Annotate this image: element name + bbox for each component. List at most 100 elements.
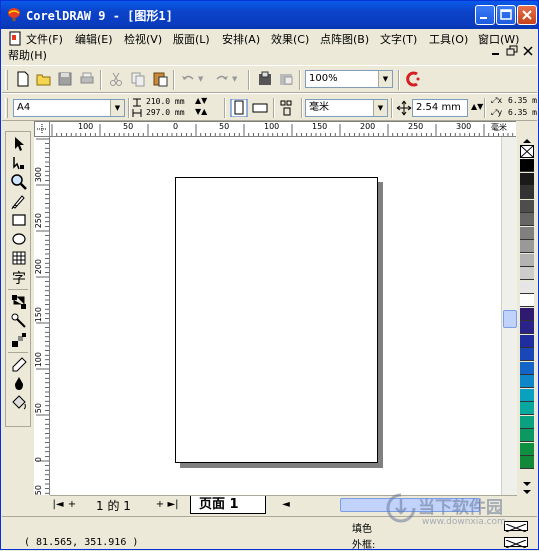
menu-layout[interactable]: 版面(L) [173, 31, 210, 47]
palette-swatch[interactable] [520, 253, 534, 267]
polygon-tool-icon[interactable] [10, 249, 28, 267]
menu-tools[interactable]: 工具(O) [429, 31, 468, 47]
palette-swatch[interactable] [520, 429, 534, 442]
palette-swatch[interactable] [520, 456, 534, 469]
drawing-canvas[interactable] [50, 137, 501, 495]
menu-arrange[interactable]: 安排(A) [222, 31, 260, 47]
outline-swatch[interactable] [504, 537, 528, 549]
redo-icon[interactable] [213, 70, 231, 88]
new-icon[interactable] [14, 70, 32, 88]
palette-swatch[interactable] [520, 213, 534, 226]
toolbar-grip[interactable] [5, 70, 8, 90]
palette-swatch[interactable] [520, 442, 534, 456]
zoom-tool-icon[interactable] [10, 173, 28, 191]
paint-bucket-icon[interactable] [10, 394, 28, 412]
eyedropper-tool-icon[interactable] [10, 312, 28, 330]
height-spin-icon[interactable]: ▼▲ [195, 107, 207, 116]
landscape-icon[interactable] [251, 99, 269, 117]
title-bar[interactable]: CorelDRAW 9 - [图形1] [1, 1, 538, 29]
palette-swatch[interactable] [520, 267, 534, 280]
save-icon[interactable] [56, 70, 74, 88]
export-icon[interactable] [277, 70, 295, 88]
palette-swatch[interactable] [520, 240, 534, 253]
scroll-left-icon[interactable]: ◄ [280, 498, 292, 512]
fill-tool-icon[interactable] [10, 375, 28, 393]
duplicate-y-value[interactable]: 6.35 m [508, 108, 537, 117]
nudge-spin-icon[interactable]: ▲▼ [471, 102, 483, 111]
first-page-icon[interactable]: |◄ [52, 498, 64, 512]
paper-size-combo[interactable]: A4 ▼ [13, 99, 125, 117]
interactive-blend-tool-icon[interactable] [10, 293, 28, 311]
pick-tool-icon[interactable] [10, 135, 28, 153]
palette-swatch[interactable] [520, 199, 534, 213]
palette-swatch[interactable] [520, 307, 534, 321]
portrait-icon[interactable] [230, 99, 248, 117]
palette-swatch[interactable] [520, 388, 534, 402]
minimize-button[interactable] [475, 5, 495, 25]
palette-swatch[interactable] [520, 361, 534, 375]
palette-swatch[interactable] [520, 402, 534, 415]
palette-swatch[interactable] [520, 334, 534, 348]
outline-pen-tool-icon[interactable] [10, 356, 28, 374]
chevron-down-icon[interactable]: ▼ [378, 71, 392, 87]
undo-icon[interactable] [179, 70, 197, 88]
page-height-value[interactable]: 297.0 mm [146, 108, 185, 117]
vertical-ruler[interactable]: 300 250 200 150 100 50 0 50 [34, 137, 50, 495]
doc-close-button[interactable] [521, 45, 535, 59]
add-page-before-icon[interactable]: + [66, 498, 78, 512]
corel-tutor-icon[interactable] [405, 70, 423, 88]
menu-help[interactable]: 帮助(H) [8, 47, 47, 63]
palette-swatch[interactable] [520, 280, 534, 294]
freehand-tool-icon[interactable] [10, 192, 28, 210]
vertical-scroll-thumb[interactable] [503, 310, 517, 328]
zoom-combo[interactable]: 100% ▼ [305, 70, 393, 88]
menu-edit[interactable]: 编辑(E) [75, 31, 113, 47]
page-width-value[interactable]: 210.0 mm [146, 97, 185, 106]
palette-swatch[interactable] [520, 321, 534, 334]
width-spin-icon[interactable]: ▲▼ [195, 96, 207, 105]
duplicate-x-value[interactable]: 6.35 m [508, 96, 537, 105]
vertical-scrollbar[interactable] [501, 137, 517, 495]
palette-scroll-up-icon[interactable] [520, 137, 534, 145]
toolbar-grip[interactable] [5, 98, 8, 118]
print-icon[interactable] [78, 70, 96, 88]
copy-icon[interactable] [129, 70, 147, 88]
import-icon[interactable] [256, 70, 274, 88]
nudge-input[interactable]: 2.54 mm [412, 99, 468, 117]
doc-minimize-button[interactable] [489, 45, 503, 59]
last-page-icon[interactable]: ►| [167, 498, 179, 512]
menu-effects[interactable]: 效果(C) [271, 31, 309, 47]
no-color-swatch[interactable] [520, 145, 534, 158]
interactive-fill-tool-icon[interactable] [10, 331, 28, 349]
palette-swatch[interactable] [520, 172, 534, 186]
ellipse-tool-icon[interactable] [10, 230, 28, 248]
doc-restore-button[interactable] [505, 45, 519, 59]
page-layout-icon[interactable] [279, 99, 297, 117]
add-page-after-icon[interactable]: + [154, 498, 166, 512]
palette-swatch[interactable] [520, 294, 534, 307]
cut-icon[interactable] [107, 70, 125, 88]
text-tool-icon[interactable]: 字 [10, 268, 28, 286]
close-button[interactable] [517, 5, 537, 25]
chevron-down-icon[interactable]: ▼ [373, 100, 387, 116]
rectangle-tool-icon[interactable] [10, 211, 28, 229]
shape-tool-icon[interactable] [10, 154, 28, 172]
palette-swatch[interactable] [520, 415, 534, 429]
undo-dropdown-icon[interactable]: ▼ [198, 75, 203, 83]
palette-scroll-down-icon[interactable] [520, 480, 534, 488]
maximize-button[interactable] [496, 5, 516, 25]
menu-bitmaps[interactable]: 点阵图(B) [320, 31, 369, 47]
palette-swatch[interactable] [520, 226, 534, 240]
open-folder-icon[interactable] [35, 70, 53, 88]
palette-swatch[interactable] [520, 348, 534, 361]
paste-icon[interactable] [151, 70, 169, 88]
ruler-origin-corner[interactable] [34, 121, 50, 137]
menu-text[interactable]: 文字(T) [380, 31, 417, 47]
page-tab[interactable]: 页面 1 [190, 496, 266, 514]
menu-view[interactable]: 检视(V) [124, 31, 162, 47]
menu-file[interactable]: 文件(F) [26, 31, 63, 47]
palette-swatch[interactable] [520, 186, 534, 199]
palette-swatch[interactable] [520, 375, 534, 388]
chevron-down-icon[interactable]: ▼ [110, 100, 124, 116]
drawing-page[interactable] [175, 177, 378, 463]
